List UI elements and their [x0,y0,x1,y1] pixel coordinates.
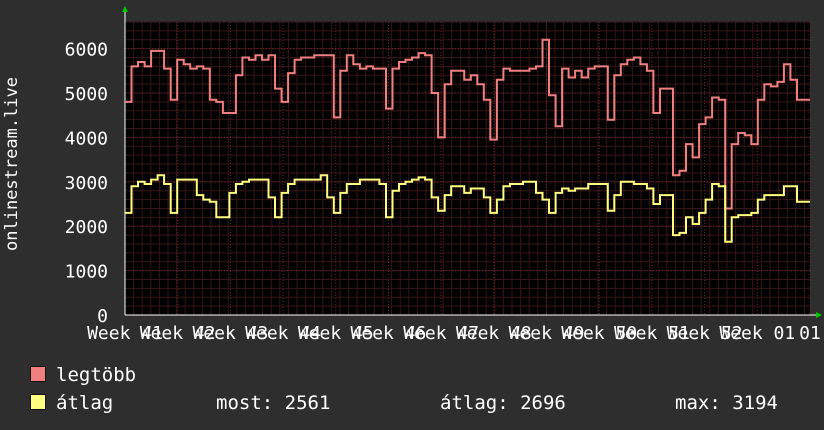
x-tick-label: 01 [799,323,821,344]
y-axis-arrow [122,6,128,12]
y-tick-label: 6000 [65,40,108,61]
x-tick-label: Week 01 [719,323,795,344]
y-tick-label: 2000 [65,217,108,238]
y-tick-label: 5000 [65,84,108,105]
legend-label-legtobb: legtöbb [56,364,137,386]
y-tick-label: 1000 [65,262,108,283]
y-tick-label: 3000 [65,173,108,194]
legend-item-legtobb: legtöbb [30,364,136,386]
y-tick-label: 4000 [65,128,108,149]
stat-atlag: átlag: 2696 [440,392,566,414]
legend-item-atlag: átlag [30,392,113,414]
y-axis-label: onlinestream.live [2,77,22,251]
atlag-swatch [30,394,46,410]
stat-max: max: 3194 [675,392,778,414]
stat-most: most: 2561 [216,392,331,414]
x-axis-arrow [816,312,822,318]
legend-label-atlag: átlag [56,392,114,414]
legtobb-swatch [30,366,46,382]
